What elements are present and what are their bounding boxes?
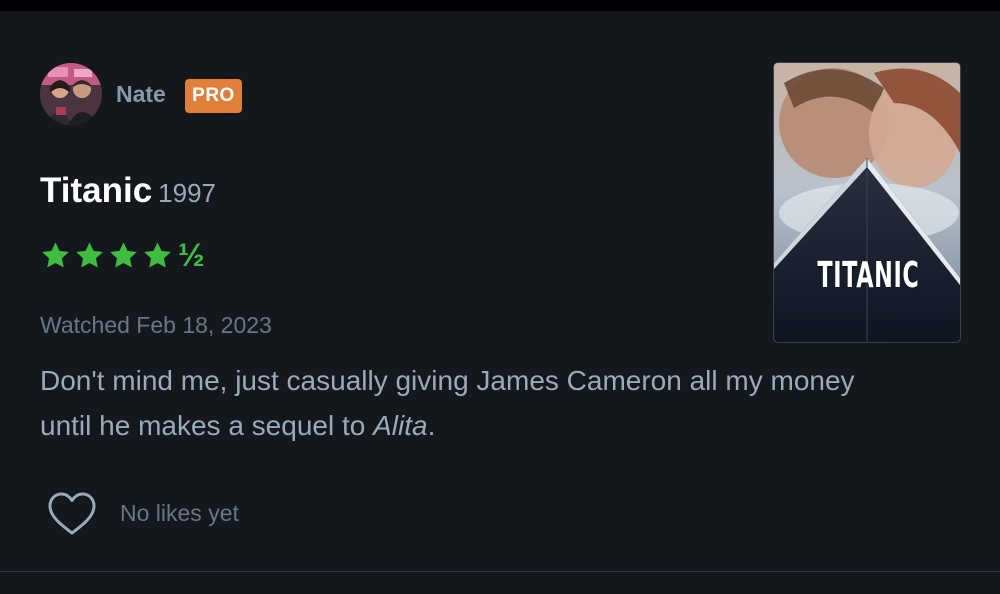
half-star-glyph: ½ [178, 237, 205, 273]
avatar-photo [40, 63, 102, 125]
poster-artwork [774, 63, 960, 342]
poster-title: TITANIC [817, 255, 920, 296]
pro-badge: PRO [185, 79, 242, 113]
heart-outline-icon[interactable] [46, 491, 98, 537]
likes-count: No likes yet [120, 500, 239, 526]
top-edge [0, 0, 1000, 11]
film-year[interactable]: 1997 [158, 178, 216, 208]
star-icon [144, 241, 171, 268]
review-text-end: . [427, 410, 436, 441]
star-icon [76, 241, 103, 268]
review-text-italic: Alita [373, 410, 428, 441]
star-icon [42, 241, 69, 268]
review-card: Nate PRO Titanic 1997 ½ Watched Feb 18, 2… [0, 11, 1000, 571]
film-poster[interactable]: TITANIC [774, 63, 960, 342]
star-icon [110, 241, 137, 268]
avatar[interactable] [40, 63, 102, 125]
film-heading: Titanic 1997 [40, 171, 216, 217]
bottom-edge [0, 572, 1000, 594]
reviewer-name[interactable]: Nate [116, 79, 166, 109]
review-text: Don't mind me, just casually giving Jame… [40, 358, 900, 448]
watched-date: Watched Feb 18, 2023 [40, 312, 272, 338]
review-text-main: Don't mind me, just casually giving Jame… [40, 365, 855, 441]
film-title[interactable]: Titanic [40, 171, 152, 210]
star-rating: ½ [40, 237, 205, 273]
